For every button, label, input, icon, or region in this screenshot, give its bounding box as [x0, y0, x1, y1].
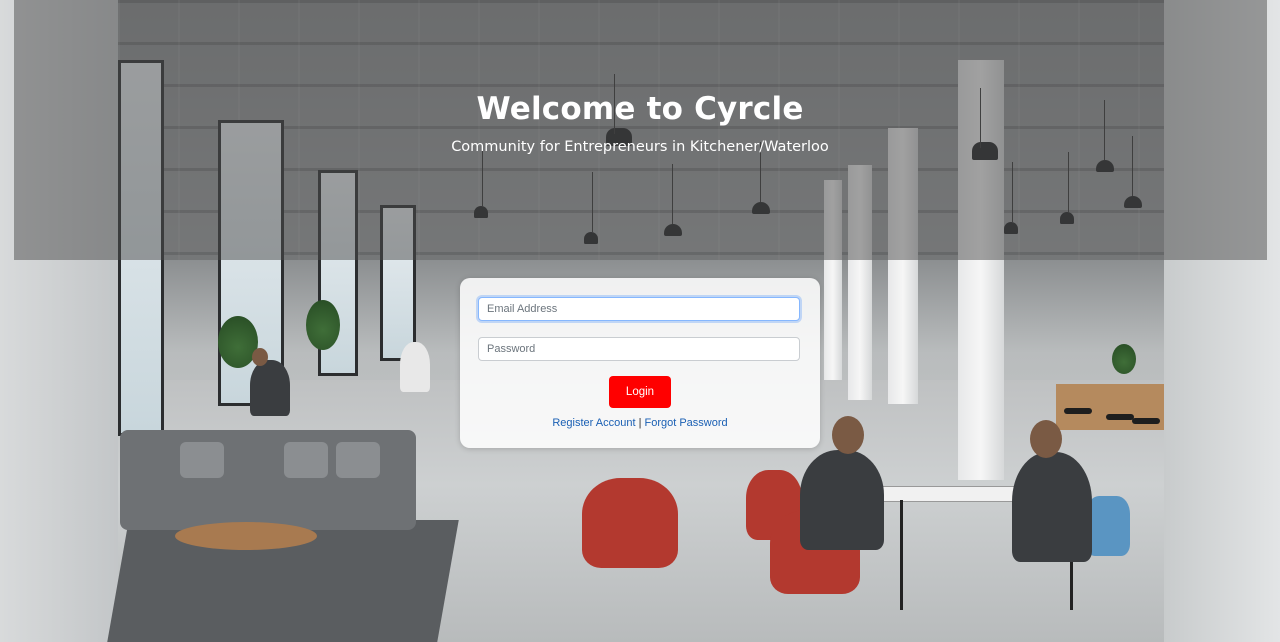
bar-stool: [1132, 418, 1160, 424]
sofa-cushion: [180, 442, 224, 478]
register-account-link[interactable]: Register Account: [552, 417, 635, 429]
seated-person: [250, 360, 290, 416]
login-card: Login Register Account | Forgot Password: [460, 278, 820, 448]
forgot-password-link[interactable]: Forgot Password: [644, 417, 727, 429]
link-separator: |: [638, 417, 642, 429]
page-subtitle: Community for Entrepreneurs in Kitchener…: [451, 139, 829, 155]
seated-person: [400, 342, 430, 392]
person-head: [252, 348, 268, 366]
desk-leg: [900, 500, 903, 610]
email-input[interactable]: [478, 297, 800, 321]
bar-stool: [1106, 414, 1134, 420]
login-button[interactable]: Login: [609, 376, 671, 408]
potted-plant: [306, 300, 340, 350]
seated-person: [800, 450, 884, 550]
header-banner: [14, 0, 1267, 260]
person-head: [1030, 420, 1062, 458]
coffee-table: [175, 522, 317, 550]
blue-chair: [1086, 496, 1130, 556]
password-input[interactable]: [478, 337, 800, 361]
account-links: Register Account | Forgot Password: [460, 417, 820, 429]
potted-plant: [1112, 344, 1136, 374]
person-head: [832, 416, 864, 454]
seated-person: [1012, 452, 1092, 562]
sofa-cushion: [284, 442, 328, 478]
sofa-cushion: [336, 442, 380, 478]
red-chair: [582, 478, 678, 568]
page-title: Welcome to Cyrcle: [476, 91, 804, 127]
bar-stool: [1064, 408, 1092, 414]
